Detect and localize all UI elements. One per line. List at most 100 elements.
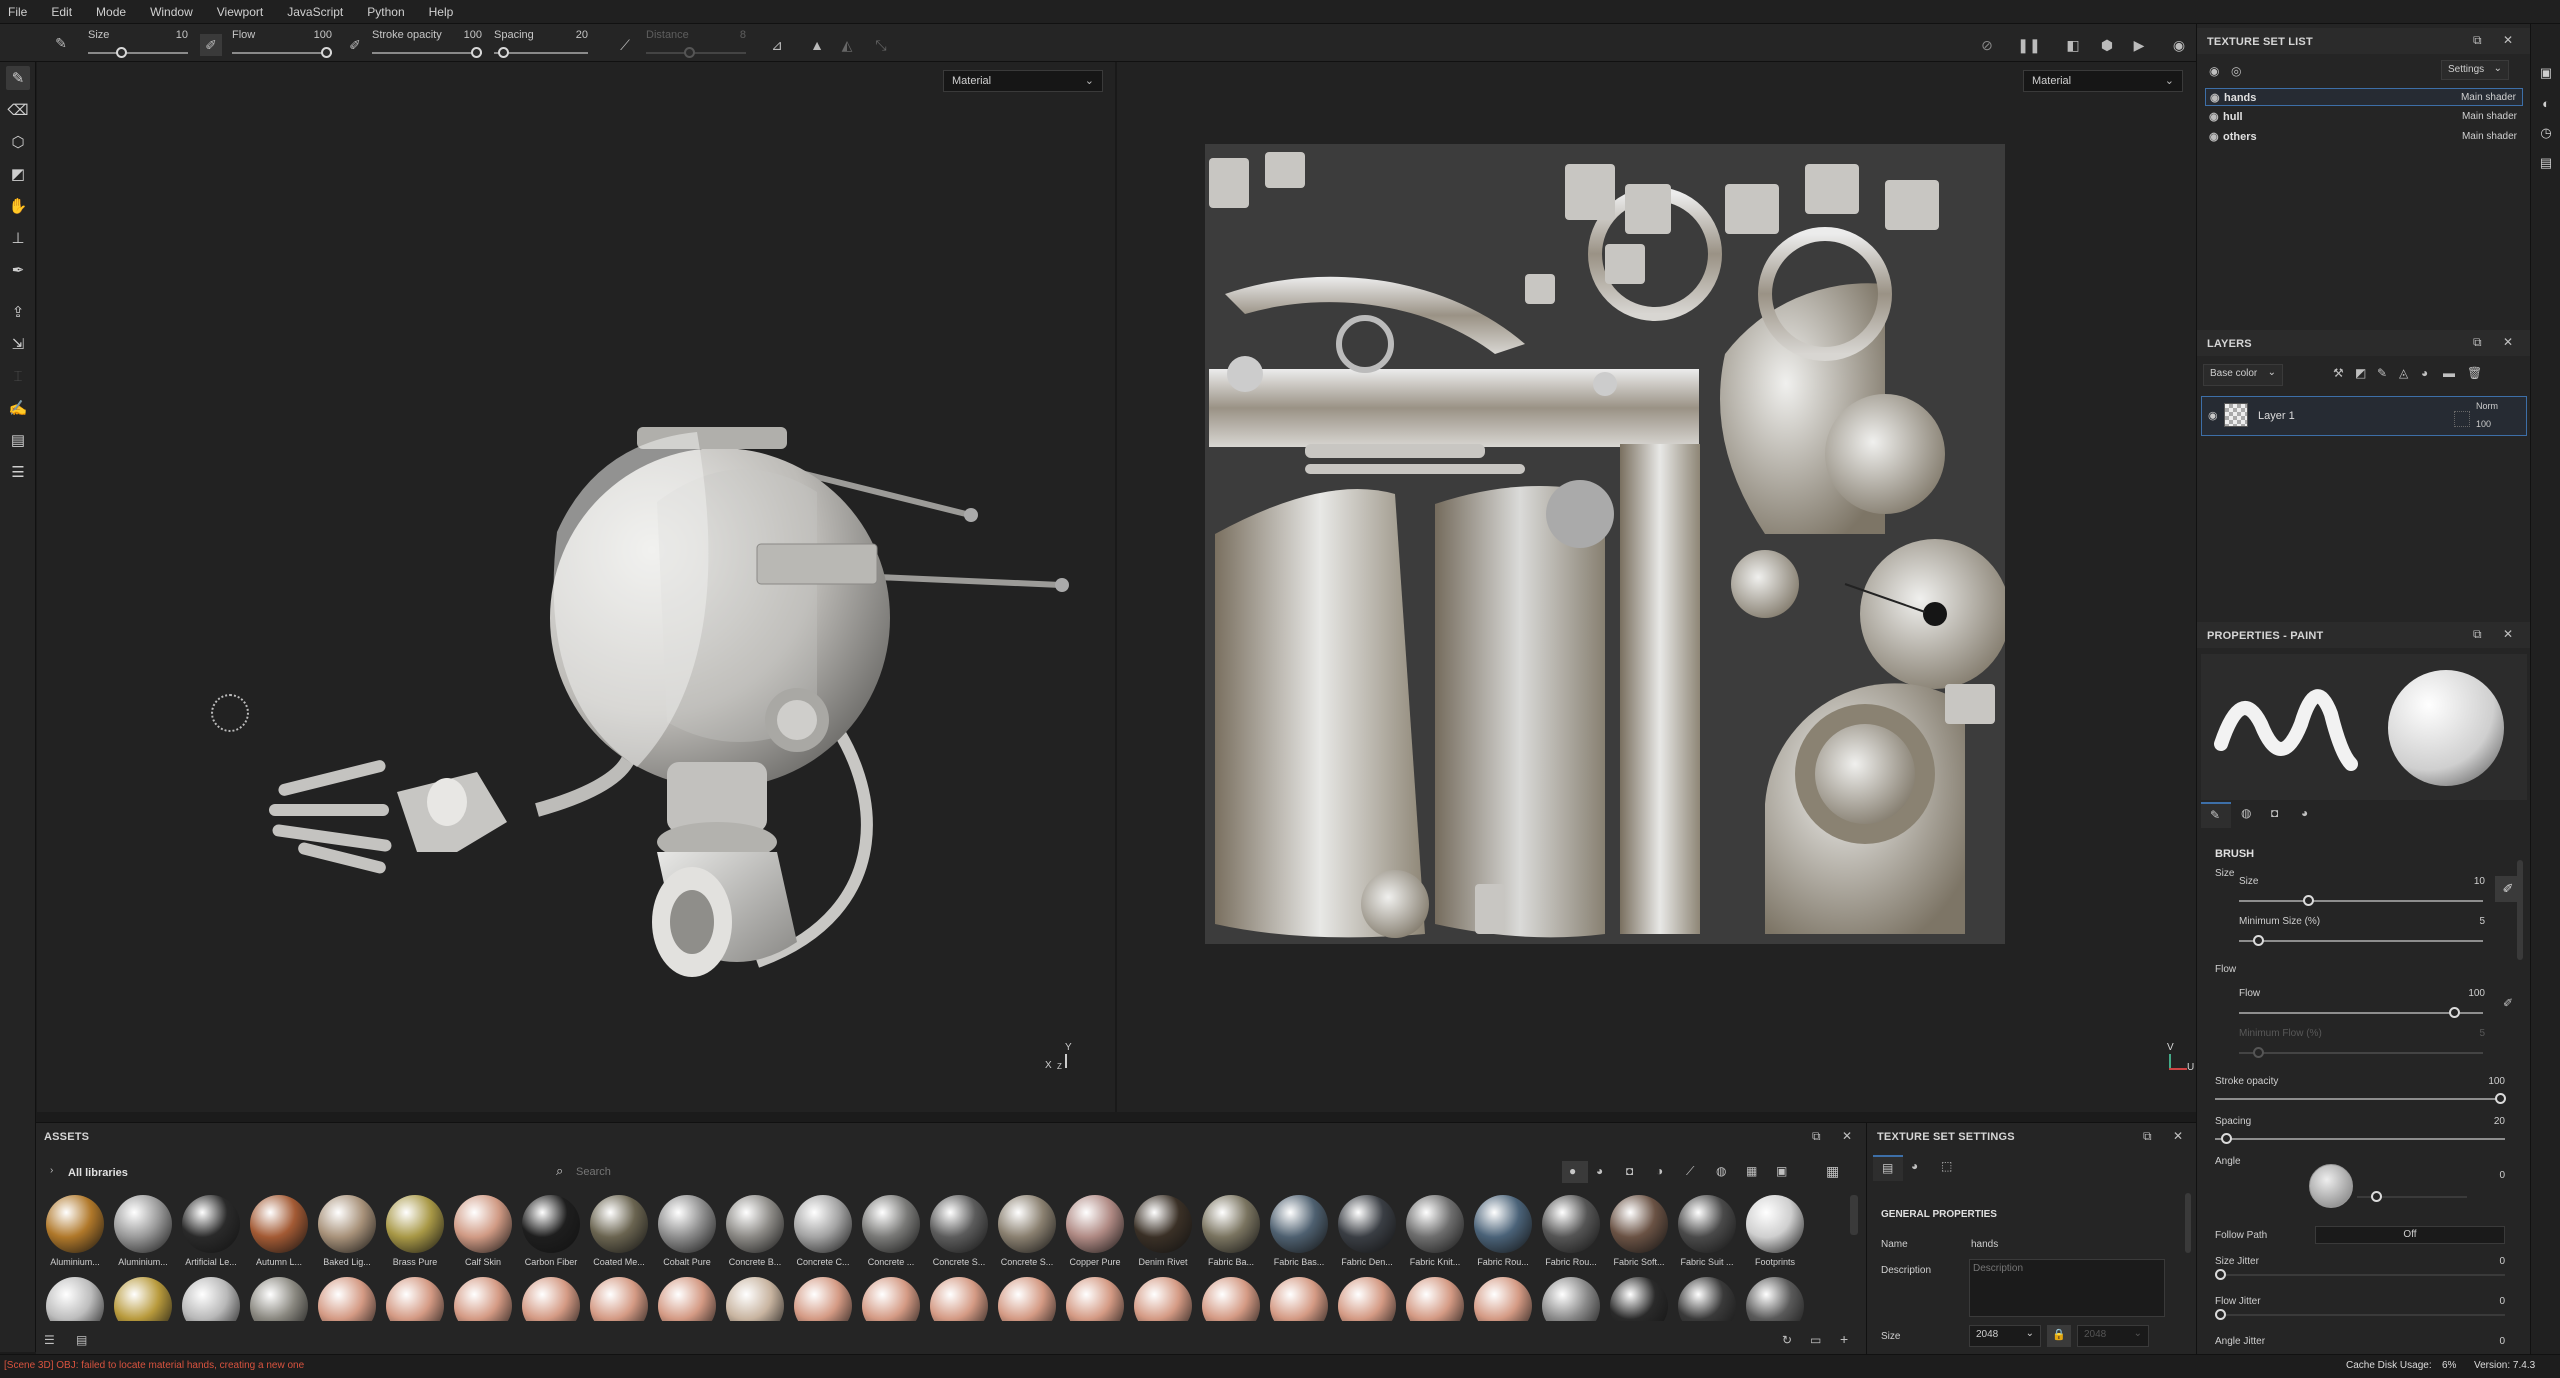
video-camera-icon[interactable]: ▶: [2128, 34, 2150, 56]
polygon-fill-icon[interactable]: ◩: [6, 162, 30, 186]
eye-icon[interactable]: ◉: [2208, 409, 2218, 422]
filter-filter-icon[interactable]: ◑: [1656, 1164, 1663, 1178]
asset-thumbnail[interactable]: [590, 1195, 648, 1253]
flow-slider[interactable]: Flow 100: [232, 26, 332, 58]
angle-dial[interactable]: [2309, 1164, 2353, 1208]
camera-sync-icon[interactable]: ⊘: [1976, 34, 1998, 56]
list-view-icon[interactable]: ☰: [44, 1333, 55, 1347]
float-panel-icon[interactable]: ⧉: [2473, 335, 2482, 350]
asset-thumbnail[interactable]: [862, 1195, 920, 1253]
smudge-icon[interactable]: ✋: [6, 194, 30, 218]
asset-thumbnail[interactable]: [1202, 1195, 1260, 1253]
texture-size-select[interactable]: 2048 ⌄: [1969, 1325, 2041, 1347]
tab-uv-icon[interactable]: ⬚: [1941, 1159, 1952, 1173]
eraser-icon[interactable]: ⌫: [6, 98, 30, 122]
asset-thumbnail[interactable]: [590, 1277, 648, 1321]
asset-thumbnail[interactable]: [522, 1277, 580, 1321]
asset-thumbnail[interactable]: [1134, 1277, 1192, 1321]
asset-thumbnail[interactable]: [998, 1195, 1056, 1253]
asset-thumbnail[interactable]: [862, 1277, 920, 1321]
asset-thumbnail[interactable]: [114, 1195, 172, 1253]
line-tool-icon[interactable]: ⊿: [766, 34, 788, 56]
spacing-track[interactable]: [2215, 1138, 2505, 1140]
close-panel-icon[interactable]: ✕: [2503, 335, 2513, 349]
asset-thumbnail[interactable]: [658, 1277, 716, 1321]
asset-thumbnail[interactable]: [658, 1195, 716, 1253]
add-fill-layer-icon[interactable]: ◬: [2399, 366, 2408, 380]
texture-size-select-2[interactable]: 2048 ⌄: [2077, 1325, 2149, 1347]
asset-thumbnail[interactable]: [930, 1195, 988, 1253]
asset-thumbnail[interactable]: [46, 1195, 104, 1253]
asset-thumbnail[interactable]: [1678, 1195, 1736, 1253]
asset-thumbnail[interactable]: [794, 1195, 852, 1253]
texture-set-row-hull[interactable]: ◉ hull Main shader: [2205, 108, 2523, 126]
layer-row[interactable]: ◉ Layer 1 Norm 100: [2201, 396, 2527, 436]
float-panel-icon[interactable]: ⧉: [1812, 1129, 1821, 1144]
stroke-opacity-track[interactable]: [2215, 1098, 2505, 1100]
log-icon[interactable]: ▤: [2537, 154, 2555, 172]
asset-thumbnail[interactable]: [522, 1195, 580, 1253]
asset-thumbnail[interactable]: [318, 1277, 376, 1321]
size-jitter-track[interactable]: [2215, 1274, 2505, 1276]
min-flow-knob[interactable]: [2253, 1047, 2264, 1058]
add-asset-icon[interactable]: +: [1840, 1331, 1848, 1347]
asset-thumbnail[interactable]: [1542, 1195, 1600, 1253]
spacing-knob[interactable]: [2221, 1133, 2232, 1144]
min-flow-track[interactable]: [2239, 1052, 2483, 1054]
screenshot-icon[interactable]: ◉: [2168, 34, 2190, 56]
close-panel-icon[interactable]: ✕: [2503, 627, 2513, 641]
filter-brush-icon[interactable]: ⟋: [1686, 1164, 1694, 1179]
lazy-mouse-icon[interactable]: ⟋: [614, 34, 636, 56]
add-folder-icon[interactable]: ▬: [2443, 366, 2455, 380]
filter-smart-material-button[interactable]: ●: [1562, 1161, 1588, 1183]
chevron-right-icon[interactable]: ›: [50, 1165, 53, 1176]
shelf-icon[interactable]: ☰: [6, 460, 30, 484]
asset-thumbnail[interactable]: [1474, 1195, 1532, 1253]
viewport-2d[interactable]: Material ⌄ V U: [1117, 62, 2196, 1112]
bake-icon[interactable]: ⇪: [6, 300, 30, 324]
tab-general[interactable]: ▤: [1873, 1155, 1903, 1181]
tab-baking-icon[interactable]: ◕: [1911, 1159, 1918, 1173]
filter-mask-icon[interactable]: ◘: [1626, 1164, 1633, 1178]
asset-thumbnail[interactable]: [1338, 1195, 1396, 1253]
all-libraries-label[interactable]: All libraries: [68, 1167, 128, 1179]
brush-preset-icon[interactable]: ✎: [50, 32, 72, 54]
description-field[interactable]: [1969, 1259, 2165, 1317]
eye-icon[interactable]: ◉: [2209, 130, 2219, 143]
tss-scrollbar[interactable]: [2185, 1193, 2191, 1253]
angle-knob[interactable]: [2371, 1191, 2382, 1202]
eye-icon[interactable]: ◉: [2209, 110, 2219, 123]
asset-thumbnail[interactable]: [1134, 1195, 1192, 1253]
flow-track[interactable]: [2239, 1012, 2483, 1014]
transform-icon[interactable]: ⤡: [870, 34, 892, 56]
asset-thumbnail[interactable]: [726, 1195, 784, 1253]
tab-material-icon[interactable]: ◕: [2301, 806, 2308, 820]
add-mask-icon[interactable]: ◩: [2355, 366, 2366, 380]
delete-layer-icon[interactable]: 🗑: [2467, 366, 2482, 380]
properties-scrollbar[interactable]: [2517, 860, 2523, 960]
size-pressure-icon[interactable]: ✐: [200, 34, 222, 56]
flow-pressure-icon[interactable]: ✐: [344, 34, 366, 56]
lock-icon[interactable]: 🔒: [2047, 1325, 2071, 1347]
eye-icon[interactable]: ◉: [2210, 91, 2220, 104]
float-panel-icon[interactable]: ⧉: [2473, 627, 2482, 642]
menu-mode[interactable]: Mode: [96, 5, 126, 19]
asset-thumbnail[interactable]: [250, 1277, 308, 1321]
texture-set-settings-dropdown[interactable]: Settings ⌄: [2441, 60, 2509, 80]
asset-thumbnail[interactable]: [998, 1277, 1056, 1321]
asset-thumbnail[interactable]: [1066, 1277, 1124, 1321]
mirror-icon[interactable]: ◭: [836, 34, 858, 56]
size-knob[interactable]: [2303, 895, 2314, 906]
tab-stencil-icon[interactable]: ◘: [2271, 806, 2278, 820]
spacing-slider[interactable]: Spacing 20: [494, 26, 588, 58]
flow-jitter-knob[interactable]: [2215, 1309, 2226, 1320]
stroke-opacity-knob[interactable]: [2495, 1093, 2506, 1104]
asset-thumbnail[interactable]: [1678, 1277, 1736, 1321]
asset-thumbnail[interactable]: [318, 1195, 376, 1253]
close-panel-icon[interactable]: ✕: [2503, 33, 2513, 47]
document-icon[interactable]: ▤: [6, 428, 30, 452]
color-picker-icon[interactable]: ✒: [6, 258, 30, 282]
assets-search-input[interactable]: [576, 1161, 1556, 1183]
asset-thumbnail[interactable]: [1542, 1277, 1600, 1321]
filter-texture-icon[interactable]: ▦: [1746, 1164, 1757, 1178]
